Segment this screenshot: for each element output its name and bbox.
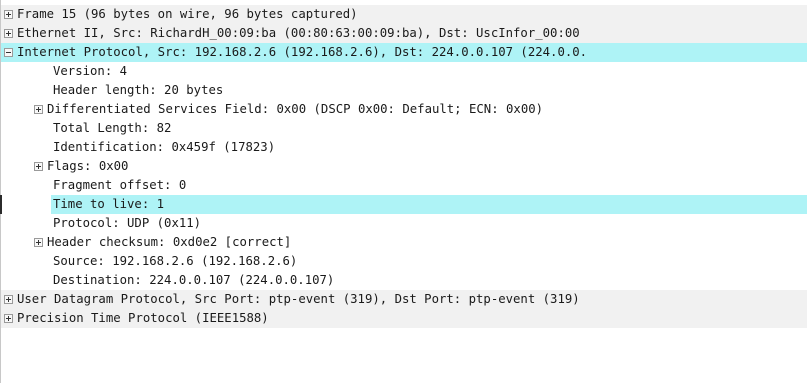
tree-row-version[interactable]: Version: 4 [1,62,807,81]
tree-row-label: User Datagram Protocol, Src Port: ptp-ev… [17,292,580,306]
packet-details-tree: Frame 15 (96 bytes on wire, 96 bytes cap… [0,0,807,383]
tree-row-label: Flags: 0x00 [47,159,129,173]
tree-row-ptp[interactable]: Precision Time Protocol (IEEE1588) [1,309,807,328]
expand-plus-icon[interactable] [34,162,43,171]
tree-row-label: Source: 192.168.2.6 (192.168.2.6) [53,254,298,268]
tree-row-label: Header length: 20 bytes [53,83,224,97]
tree-row-label: Header checksum: 0xd0e2 [correct] [47,235,292,249]
tree-row-header-checksum[interactable]: Header checksum: 0xd0e2 [correct] [1,233,807,252]
tree-row-identification[interactable]: Identification: 0x459f (17823) [1,138,807,157]
tree-row-frame[interactable]: Frame 15 (96 bytes on wire, 96 bytes cap… [1,5,807,24]
tree-row-udp[interactable]: User Datagram Protocol, Src Port: ptp-ev… [1,290,807,309]
tree-row-label: Protocol: UDP (0x11) [53,216,202,230]
tree-row-flags[interactable]: Flags: 0x00 [1,157,807,176]
tree-row-header-length[interactable]: Header length: 20 bytes [1,81,807,100]
expand-plus-icon[interactable] [4,29,13,38]
tree-row-label: Destination: 224.0.0.107 (224.0.0.107) [53,273,335,287]
collapse-minus-icon[interactable] [4,48,13,57]
tree-row-label: Differentiated Services Field: 0x00 (DSC… [47,102,544,116]
tree-row-ethernet[interactable]: Ethernet II, Src: RichardH_00:09:ba (00:… [1,24,807,43]
tree-row-label: Ethernet II, Src: RichardH_00:09:ba (00:… [17,26,580,40]
tree-row-label: Time to live: 1 [53,197,165,211]
selection-edge-marker [0,195,2,214]
expand-plus-icon[interactable] [4,10,13,19]
tree-row-label: Fragment offset: 0 [53,178,187,192]
tree-row-label: Precision Time Protocol (IEEE1588) [17,311,269,325]
tree-row-internet-protocol[interactable]: Internet Protocol, Src: 192.168.2.6 (192… [1,43,807,62]
expand-plus-icon[interactable] [34,105,43,114]
expand-plus-icon[interactable] [4,314,13,323]
tree-row-label: Frame 15 (96 bytes on wire, 96 bytes cap… [17,7,358,21]
tree-row-destination[interactable]: Destination: 224.0.0.107 (224.0.0.107) [1,271,807,290]
tree-row-fragment-offset[interactable]: Fragment offset: 0 [1,176,807,195]
tree-row-source[interactable]: Source: 192.168.2.6 (192.168.2.6) [1,252,807,271]
tree-row-label: Identification: 0x459f (17823) [53,140,276,154]
expand-plus-icon[interactable] [34,238,43,247]
tree-row-label: Total Length: 82 [53,121,172,135]
tree-row-time-to-live[interactable]: Time to live: 1 [51,195,807,214]
tree-row-total-length[interactable]: Total Length: 82 [1,119,807,138]
tree-row-protocol[interactable]: Protocol: UDP (0x11) [1,214,807,233]
tree-row-label: Version: 4 [53,64,128,78]
expand-plus-icon[interactable] [4,295,13,304]
tree-row-label: Internet Protocol, Src: 192.168.2.6 (192… [17,45,588,59]
tree-row-dsfield[interactable]: Differentiated Services Field: 0x00 (DSC… [1,100,807,119]
